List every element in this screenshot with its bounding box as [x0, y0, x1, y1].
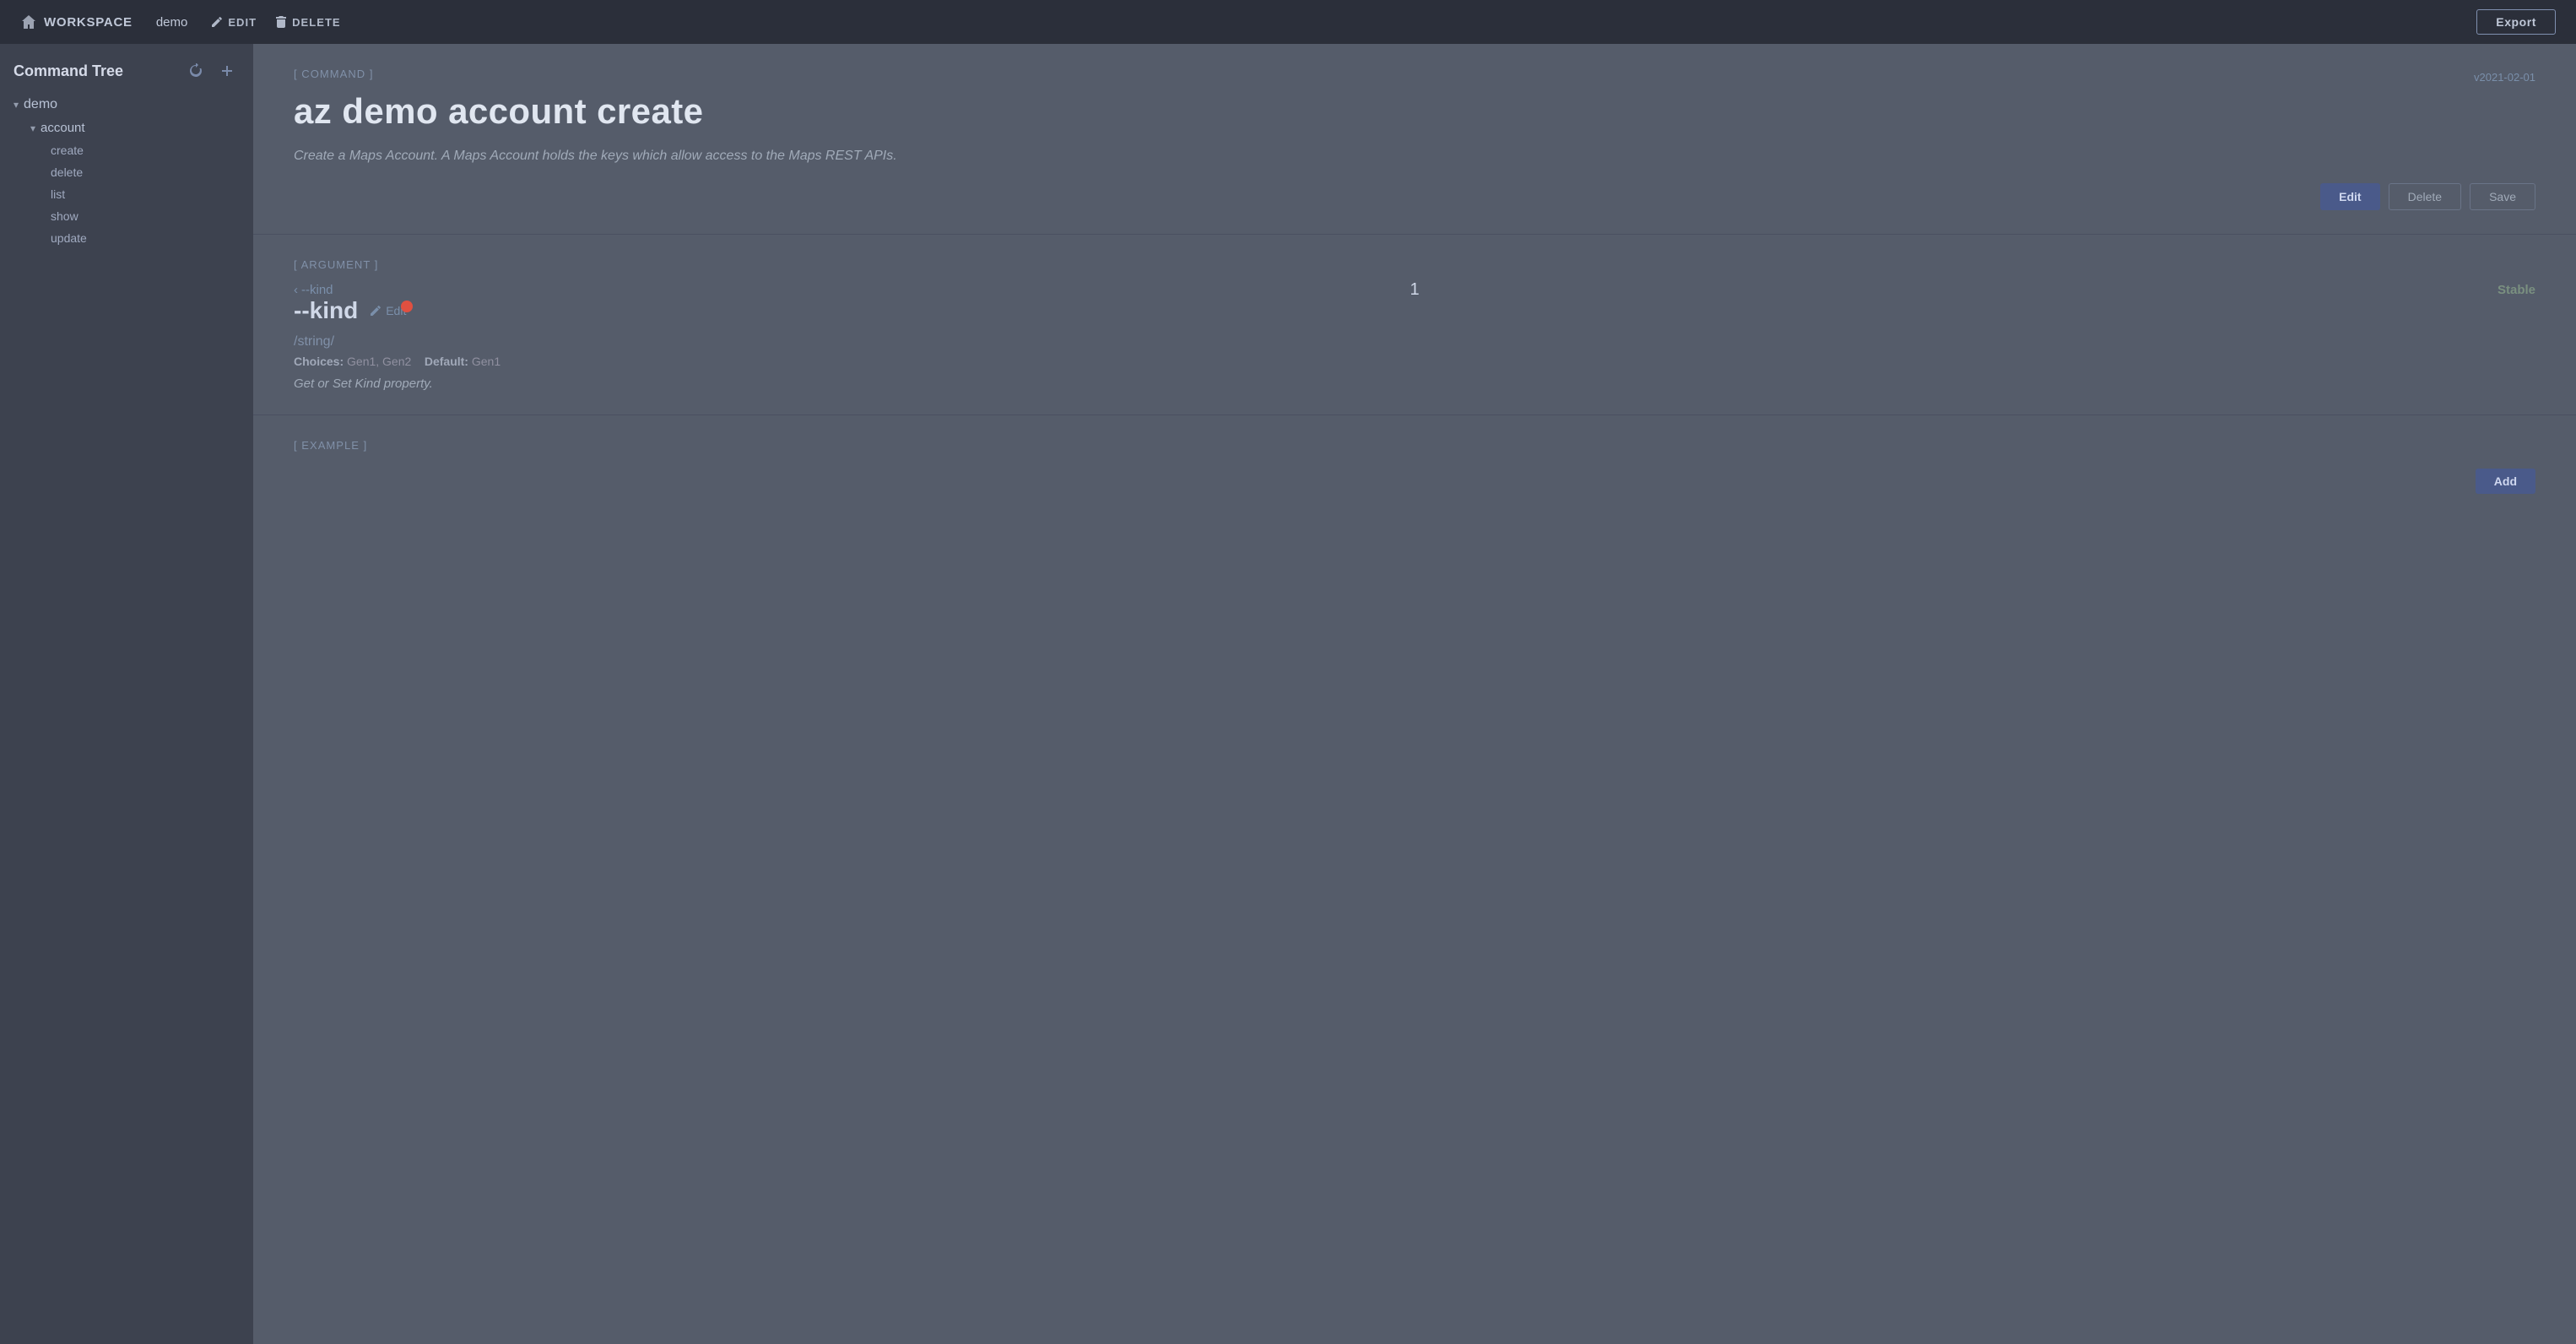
command-section: [ COMMAND ] az demo account create Creat… — [253, 44, 2576, 235]
version-badge: v2021-02-01 — [2474, 71, 2535, 84]
tree-label-demo: demo — [24, 97, 57, 112]
argument-section: [ ARGUMENT ] ‹ --kind 1 Stable --kind Ed… — [253, 235, 2576, 415]
command-section-label: [ COMMAND ] — [294, 68, 897, 80]
choices-value: Gen1, Gen2 — [347, 355, 411, 368]
home-button[interactable]: WORKSPACE — [20, 14, 133, 30]
tree-label-list: list — [51, 187, 65, 201]
arg-nav-back-label: --kind — [301, 283, 333, 297]
edit-icon — [211, 16, 223, 28]
refresh-button[interactable] — [184, 59, 208, 83]
main-layout: Command Tree ▾ demo ▾ account create — [0, 44, 2576, 1344]
command-section-right: v2021-02-01 — [2474, 68, 2535, 84]
tree-label-delete: delete — [51, 165, 83, 179]
command-section-actions: Edit Delete Save — [294, 183, 2535, 210]
tree-label-create: create — [51, 144, 84, 157]
arg-status: Stable — [2498, 283, 2535, 297]
delete-label: DELETE — [292, 16, 341, 29]
arg-title-row: --kind Edit — [294, 297, 2535, 324]
arg-choices: Choices: Gen1, Gen2 Default: Gen1 — [294, 355, 2535, 368]
tree-item-list[interactable]: list — [0, 183, 253, 205]
example-section-label: [ EXAMPLE ] — [294, 439, 2535, 452]
argument-section-label: [ ARGUMENT ] — [294, 258, 2535, 271]
sidebar-header: Command Tree — [0, 44, 253, 93]
delete-action[interactable]: DELETE — [275, 16, 341, 29]
tree-item-create[interactable]: create — [0, 139, 253, 161]
sidebar-title: Command Tree — [14, 62, 176, 80]
choices-label: Choices: — [294, 355, 344, 368]
command-title: az demo account create — [294, 92, 897, 131]
add-icon — [220, 63, 235, 79]
demo-label: demo — [156, 15, 188, 30]
tree-label-update: update — [51, 231, 87, 245]
default-value: Gen1 — [472, 355, 501, 368]
command-save-button[interactable]: Save — [2470, 183, 2535, 210]
default-label: Default: — [425, 355, 468, 368]
delete-icon — [275, 16, 287, 28]
chevron-down-icon: ▾ — [30, 122, 35, 134]
tree-label-account: account — [41, 121, 85, 135]
chevron-left-icon: ‹ — [294, 283, 298, 297]
workspace-label: WORKSPACE — [44, 15, 133, 30]
arg-description: Get or Set Kind property. — [294, 377, 2535, 391]
arg-counter: 1 — [1410, 280, 1419, 300]
pencil-icon — [370, 305, 382, 317]
command-section-left: [ COMMAND ] az demo account create Creat… — [294, 68, 897, 166]
tree-item-demo[interactable]: ▾ demo — [0, 93, 253, 117]
add-example-button[interactable]: Add — [2476, 469, 2535, 494]
dot-indicator — [401, 301, 413, 312]
home-icon — [20, 14, 37, 30]
topnav: WORKSPACE demo EDIT DELETE Export — [0, 0, 2576, 44]
chevron-down-icon: ▾ — [14, 99, 19, 111]
tree-item-show[interactable]: show — [0, 205, 253, 227]
sidebar: Command Tree ▾ demo ▾ account create — [0, 44, 253, 1344]
content-area: [ COMMAND ] az demo account create Creat… — [253, 44, 2576, 1344]
edit-label: EDIT — [228, 16, 257, 29]
edit-action[interactable]: EDIT — [211, 16, 257, 29]
topnav-actions: EDIT DELETE — [211, 16, 340, 29]
command-description: Create a Maps Account. A Maps Account ho… — [294, 146, 897, 166]
tree-label-show: show — [51, 209, 78, 223]
export-button[interactable]: Export — [2476, 9, 2556, 35]
command-delete-button[interactable]: Delete — [2389, 183, 2461, 210]
tree-item-delete[interactable]: delete — [0, 161, 253, 183]
tree-item-update[interactable]: update — [0, 227, 253, 249]
arg-nav-back[interactable]: ‹ --kind — [294, 283, 333, 297]
command-edit-button[interactable]: Edit — [2320, 183, 2379, 210]
command-section-header: [ COMMAND ] az demo account create Creat… — [294, 68, 2535, 166]
arg-type: /string/ — [294, 334, 2535, 350]
tree-item-account[interactable]: ▾ account — [0, 117, 253, 139]
add-button[interactable] — [216, 59, 240, 83]
arg-edit-wrapper: Edit — [370, 304, 406, 317]
refresh-icon — [188, 63, 203, 79]
example-section: [ EXAMPLE ] Add — [253, 415, 2576, 518]
argument-nav-wrapper: ‹ --kind 1 Stable — [294, 283, 2535, 297]
example-section-footer: Add — [294, 469, 2535, 494]
arg-name: --kind — [294, 297, 358, 324]
